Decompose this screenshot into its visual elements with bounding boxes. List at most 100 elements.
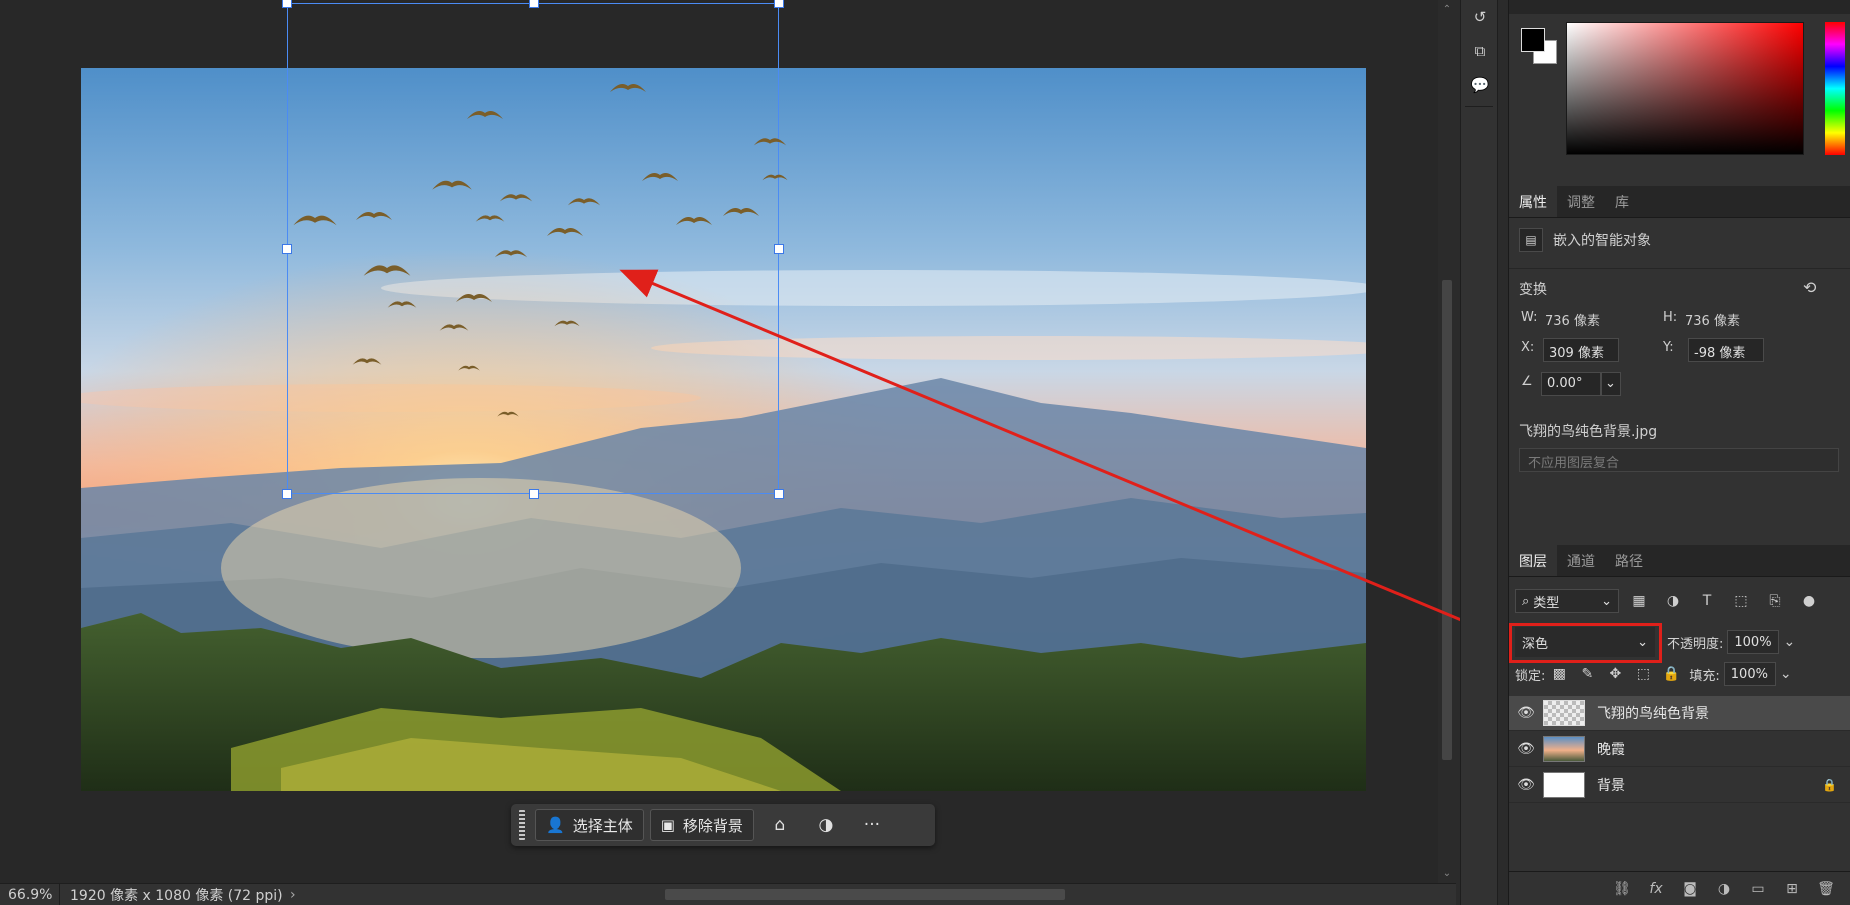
- transform-handle-top-center[interactable]: [529, 0, 539, 8]
- tab-properties[interactable]: 属性: [1509, 186, 1557, 217]
- link-layers-icon[interactable]: ⛓: [1607, 877, 1637, 901]
- tab-channels[interactable]: 通道: [1557, 545, 1605, 576]
- layer-row-sunset[interactable]: 👁 晚霞: [1509, 732, 1850, 767]
- opacity-input[interactable]: 100%: [1727, 630, 1780, 654]
- new-adjustment-layer-icon[interactable]: ◑: [1709, 877, 1739, 901]
- transform-handle-middle-left[interactable]: [282, 244, 292, 254]
- chevron-down-icon: ⌄: [1601, 593, 1612, 609]
- foreground-color-swatch[interactable]: [1521, 28, 1545, 52]
- transform-title: 变换: [1519, 282, 1547, 298]
- layer-row-birds[interactable]: 👁 飞翔的鸟纯色背景: [1509, 696, 1850, 731]
- angle-input[interactable]: 0.00°: [1541, 372, 1601, 396]
- transform-handle-middle-right[interactable]: [774, 244, 784, 254]
- tab-libraries[interactable]: 库: [1605, 186, 1639, 217]
- opacity-label: 不透明度:: [1667, 636, 1724, 652]
- y-label: Y:: [1663, 340, 1674, 355]
- plugin-icon[interactable]: ⧉: [1461, 34, 1499, 68]
- vertical-scrollbar[interactable]: ⌃ ⌄: [1438, 0, 1456, 883]
- angle-icon: ∠: [1521, 374, 1533, 389]
- new-group-folder-icon[interactable]: ▭: [1743, 877, 1773, 901]
- transform-handle-bottom-left[interactable]: [282, 489, 292, 499]
- comments-icon[interactable]: 💬: [1461, 68, 1499, 102]
- fill-input[interactable]: 100%: [1723, 662, 1776, 686]
- search-icon: ⌕: [1522, 593, 1530, 609]
- layer-name[interactable]: 晚霞: [1597, 739, 1625, 759]
- zoom-level[interactable]: 66.9%: [0, 884, 60, 905]
- layer-name[interactable]: 飞翔的鸟纯色背景: [1597, 703, 1709, 723]
- lock-transparent-icon[interactable]: ▩: [1545, 662, 1573, 686]
- width-value[interactable]: 736 像素: [1545, 310, 1600, 329]
- transform-handle-bottom-center[interactable]: [529, 489, 539, 499]
- remove-background-button[interactable]: ▣ 移除背景: [649, 809, 754, 841]
- filter-type-icon[interactable]: T: [1693, 589, 1721, 613]
- lock-all-icon[interactable]: 🔒: [1657, 662, 1685, 686]
- layer-thumbnail: [1543, 772, 1585, 798]
- transform-handle-bottom-right[interactable]: [774, 489, 784, 499]
- tab-adjustments[interactable]: 调整: [1557, 186, 1605, 217]
- status-expand-icon[interactable]: ›: [290, 887, 310, 903]
- color-panel-tabs[interactable]: [1509, 0, 1850, 14]
- tab-layers[interactable]: 图层: [1509, 545, 1557, 576]
- history-icon[interactable]: ↺: [1461, 0, 1499, 34]
- more-options-icon[interactable]: ···: [852, 809, 892, 841]
- lock-label: 锁定:: [1515, 668, 1546, 684]
- chevron-down-icon: ⌄: [1637, 634, 1648, 650]
- adjustment-icon[interactable]: ◑: [806, 809, 846, 841]
- scroll-down-arrow[interactable]: ⌄: [1438, 868, 1456, 879]
- document-canvas[interactable]: 👤 选择主体 ▣ 移除背景 ⌂ ◑ ···: [0, 0, 1438, 883]
- layers-footer: ⛓ fx ◙ ◑ ▭ ⊞ 🗑: [1509, 871, 1850, 905]
- filter-toggle-icon[interactable]: ●: [1795, 589, 1823, 613]
- visibility-eye-icon[interactable]: 👁: [1509, 705, 1543, 721]
- layers-panel: 图层 通道 路径 ⌕ 类型 ⌄ ▦ ◑ T ⬚ ⎘ ● 深色 ⌄ 不透明度: 1…: [1509, 545, 1850, 905]
- linked-file-name: 飞翔的鸟纯色背景.jpg: [1519, 424, 1658, 440]
- height-value[interactable]: 736 像素: [1685, 310, 1740, 329]
- horizontal-scrollbar[interactable]: [310, 884, 1456, 905]
- layer-filter-select[interactable]: ⌕ 类型 ⌄: [1515, 589, 1619, 613]
- visibility-eye-icon[interactable]: 👁: [1509, 741, 1543, 757]
- x-position-input[interactable]: 309 像素: [1543, 338, 1619, 362]
- hue-slider[interactable]: [1825, 22, 1845, 155]
- transform-handle-top-right[interactable]: [774, 0, 784, 8]
- angle-dropdown-chevron-icon[interactable]: ⌄: [1601, 372, 1621, 396]
- layers-tabs: 图层 通道 路径: [1509, 545, 1850, 577]
- layer-lock-icon: 🔒: [1822, 778, 1837, 792]
- fill-label: 填充:: [1689, 668, 1720, 684]
- new-layer-icon[interactable]: ⊞: [1777, 877, 1807, 901]
- transform-icon[interactable]: ⌂: [760, 809, 800, 841]
- y-position-input[interactable]: -98 像素: [1688, 338, 1764, 362]
- blend-mode-select[interactable]: 深色 ⌄: [1515, 627, 1655, 657]
- tab-paths[interactable]: 路径: [1605, 545, 1653, 576]
- task-bar-grip[interactable]: [519, 810, 525, 840]
- color-picker-field[interactable]: [1566, 22, 1804, 155]
- fill-chevron-icon[interactable]: ⌄: [1776, 662, 1796, 686]
- layer-comp-select[interactable]: 不应用图层复合: [1519, 448, 1839, 472]
- visibility-eye-icon[interactable]: 👁: [1509, 777, 1543, 793]
- select-subject-button[interactable]: 👤 选择主体: [535, 809, 644, 841]
- delete-layer-trash-icon[interactable]: 🗑: [1811, 877, 1841, 901]
- lock-artboard-icon[interactable]: ⬚: [1629, 662, 1657, 686]
- canvas-image[interactable]: [81, 68, 1366, 791]
- opacity-chevron-icon[interactable]: ⌄: [1779, 630, 1799, 654]
- scroll-up-arrow[interactable]: ⌃: [1438, 4, 1456, 15]
- filter-adjustment-icon[interactable]: ◑: [1659, 589, 1687, 613]
- reset-transform-icon[interactable]: ⟲: [1803, 278, 1816, 297]
- smart-object-icon: ▤: [1519, 228, 1543, 252]
- horizontal-scroll-thumb[interactable]: [665, 889, 1065, 900]
- panel-tool-strip: ↺ ⧉ 💬: [1460, 0, 1498, 905]
- vertical-scroll-thumb[interactable]: [1442, 280, 1452, 760]
- color-panel: [1509, 0, 1850, 182]
- filter-pixel-icon[interactable]: ▦: [1625, 589, 1653, 613]
- width-label: W:: [1521, 310, 1538, 325]
- lock-pixels-icon[interactable]: ✎: [1573, 662, 1601, 686]
- lock-position-icon[interactable]: ✥: [1601, 662, 1629, 686]
- layer-name[interactable]: 背景: [1597, 775, 1625, 795]
- transform-handle-top-left[interactable]: [282, 0, 292, 8]
- contextual-task-bar: 👤 选择主体 ▣ 移除背景 ⌂ ◑ ···: [511, 804, 935, 846]
- x-label: X:: [1521, 340, 1535, 355]
- filter-smart-object-icon[interactable]: ⎘: [1761, 589, 1789, 613]
- image-icon: ▣: [660, 816, 675, 834]
- add-mask-icon[interactable]: ◙: [1675, 877, 1705, 901]
- filter-shape-icon[interactable]: ⬚: [1727, 589, 1755, 613]
- layer-row-background[interactable]: 👁 背景 🔒: [1509, 768, 1850, 803]
- layer-style-fx-icon[interactable]: fx: [1641, 877, 1671, 901]
